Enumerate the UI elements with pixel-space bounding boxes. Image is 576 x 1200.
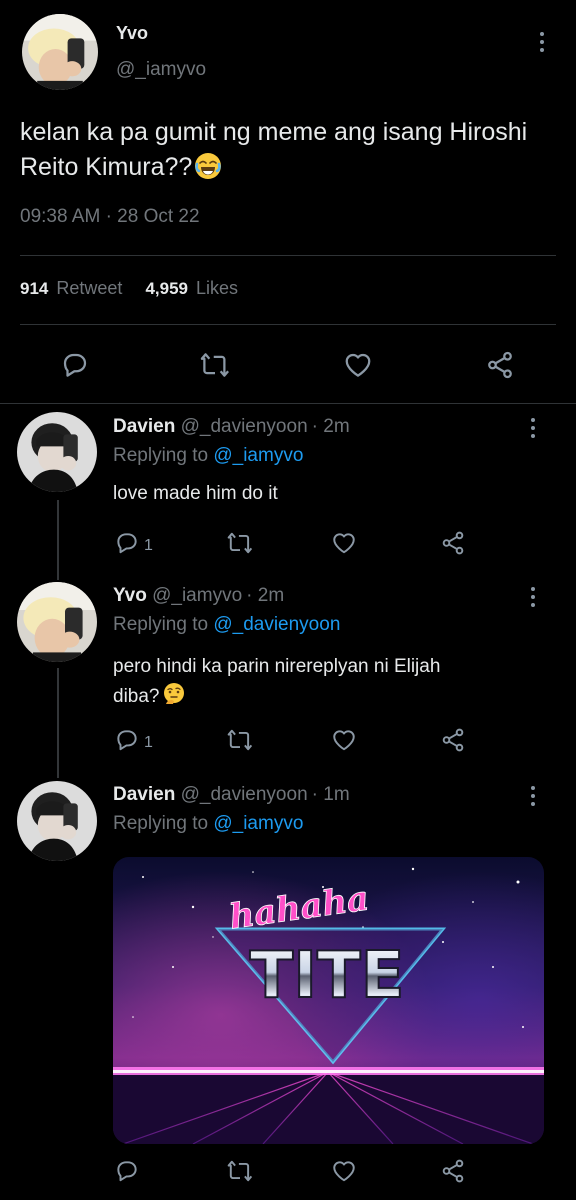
reply-text: pero hindi ka parin nirereplyan ni Elija… <box>113 652 553 712</box>
reply-text-line-2: diba? <box>113 682 553 712</box>
divider <box>20 255 556 256</box>
retweet-icon[interactable] <box>199 350 231 380</box>
replying-to: Replying to @_iamyvo <box>113 445 303 467</box>
reply-header: Davien @_davienyoon · 2m <box>113 416 350 438</box>
reply-text-line: pero hindi ka parin nirereplyan ni Elija… <box>113 656 441 677</box>
replying-to-link[interactable]: @_iamyvo <box>213 445 303 466</box>
more-icon[interactable] <box>539 32 545 56</box>
retweet-count: 914 <box>20 279 49 298</box>
like-icon[interactable] <box>331 530 357 556</box>
like-stat[interactable]: 4,959 Likes <box>145 278 238 298</box>
retweet-stat[interactable]: 914 Retweet <box>20 278 127 298</box>
retweet-icon[interactable] <box>226 1158 254 1184</box>
tweet-time: 09:38 AM <box>20 206 101 227</box>
reply-text-end: diba? <box>113 686 160 707</box>
thinking-emoji-icon <box>162 682 186 706</box>
avatar[interactable] <box>17 781 97 861</box>
more-icon[interactable] <box>530 786 536 810</box>
like-icon[interactable] <box>331 727 357 753</box>
share-icon[interactable] <box>440 530 466 556</box>
author-handle[interactable]: @_iamyvo <box>116 59 206 81</box>
reply-author-handle[interactable]: @_davienyoon <box>181 784 308 805</box>
reply-header: Yvo @_iamyvo · 2m <box>113 585 284 607</box>
reply-age: · 2m <box>246 585 285 606</box>
tweet-text: kelan ka pa gumit ng meme ang isang Hiro… <box>20 115 560 185</box>
reply-icon[interactable] <box>114 727 140 753</box>
replying-to: Replying to @_davienyoon <box>113 614 340 636</box>
avatar[interactable] <box>17 412 97 492</box>
engagement-stats: 914 Retweet 4,959 Likes <box>20 278 238 299</box>
replying-to-link[interactable]: @_iamyvo <box>213 813 303 834</box>
divider <box>0 403 576 404</box>
reply-count: 1 <box>144 537 153 554</box>
joy-emoji-icon <box>194 152 222 180</box>
reply-age: · 1m <box>311 784 350 805</box>
replying-to-link[interactable]: @_davienyoon <box>213 614 340 635</box>
tweet-timestamp[interactable]: 09:38 AM · 28 Oct 22 <box>20 206 200 228</box>
reply-icon[interactable] <box>114 1158 140 1184</box>
thread-line <box>57 500 59 580</box>
replying-to-label: Replying to <box>113 813 209 834</box>
like-icon[interactable] <box>331 1158 357 1184</box>
avatar[interactable] <box>17 582 97 662</box>
reply-icon[interactable] <box>60 350 90 380</box>
more-icon[interactable] <box>530 587 536 611</box>
avatar[interactable] <box>22 14 98 90</box>
reply-author-name[interactable]: Davien <box>113 784 175 805</box>
more-icon[interactable] <box>530 418 536 442</box>
reply-author-handle[interactable]: @_davienyoon <box>181 416 308 437</box>
like-label: Likes <box>196 278 239 298</box>
retweet-icon[interactable] <box>226 530 254 556</box>
share-icon[interactable] <box>485 350 515 380</box>
divider <box>20 324 556 325</box>
reply-author-handle[interactable]: @_iamyvo <box>152 585 242 606</box>
reply-header: Davien @_davienyoon · 1m <box>113 784 350 806</box>
replying-to: Replying to @_iamyvo <box>113 813 303 835</box>
media-main-text: TITE <box>250 939 405 1013</box>
thread-line <box>57 668 59 778</box>
share-icon[interactable] <box>440 1158 466 1184</box>
timestamp-separator: · <box>105 206 112 227</box>
tweet-text-body: kelan ka pa gumit ng meme ang isang Hiro… <box>20 118 528 181</box>
replying-to-label: Replying to <box>113 614 209 635</box>
like-icon[interactable] <box>343 350 373 380</box>
reply-icon[interactable] <box>114 530 140 556</box>
reply-age: · 2m <box>311 416 350 437</box>
replying-to-label: Replying to <box>113 445 209 466</box>
share-icon[interactable] <box>440 727 466 753</box>
tweet-date: 28 Oct 22 <box>117 206 200 227</box>
reply-count: 1 <box>144 734 153 751</box>
tweet-media-image[interactable]: hahaha TITE <box>113 857 544 1144</box>
reply-text: love made him do it <box>113 483 278 504</box>
reply-author-name[interactable]: Yvo <box>113 585 147 606</box>
retweet-label: Retweet <box>56 278 123 298</box>
reply-author-name[interactable]: Davien <box>113 416 175 437</box>
retweet-icon[interactable] <box>226 727 254 753</box>
author-name[interactable]: Yvo <box>116 23 148 44</box>
like-count: 4,959 <box>145 279 188 298</box>
